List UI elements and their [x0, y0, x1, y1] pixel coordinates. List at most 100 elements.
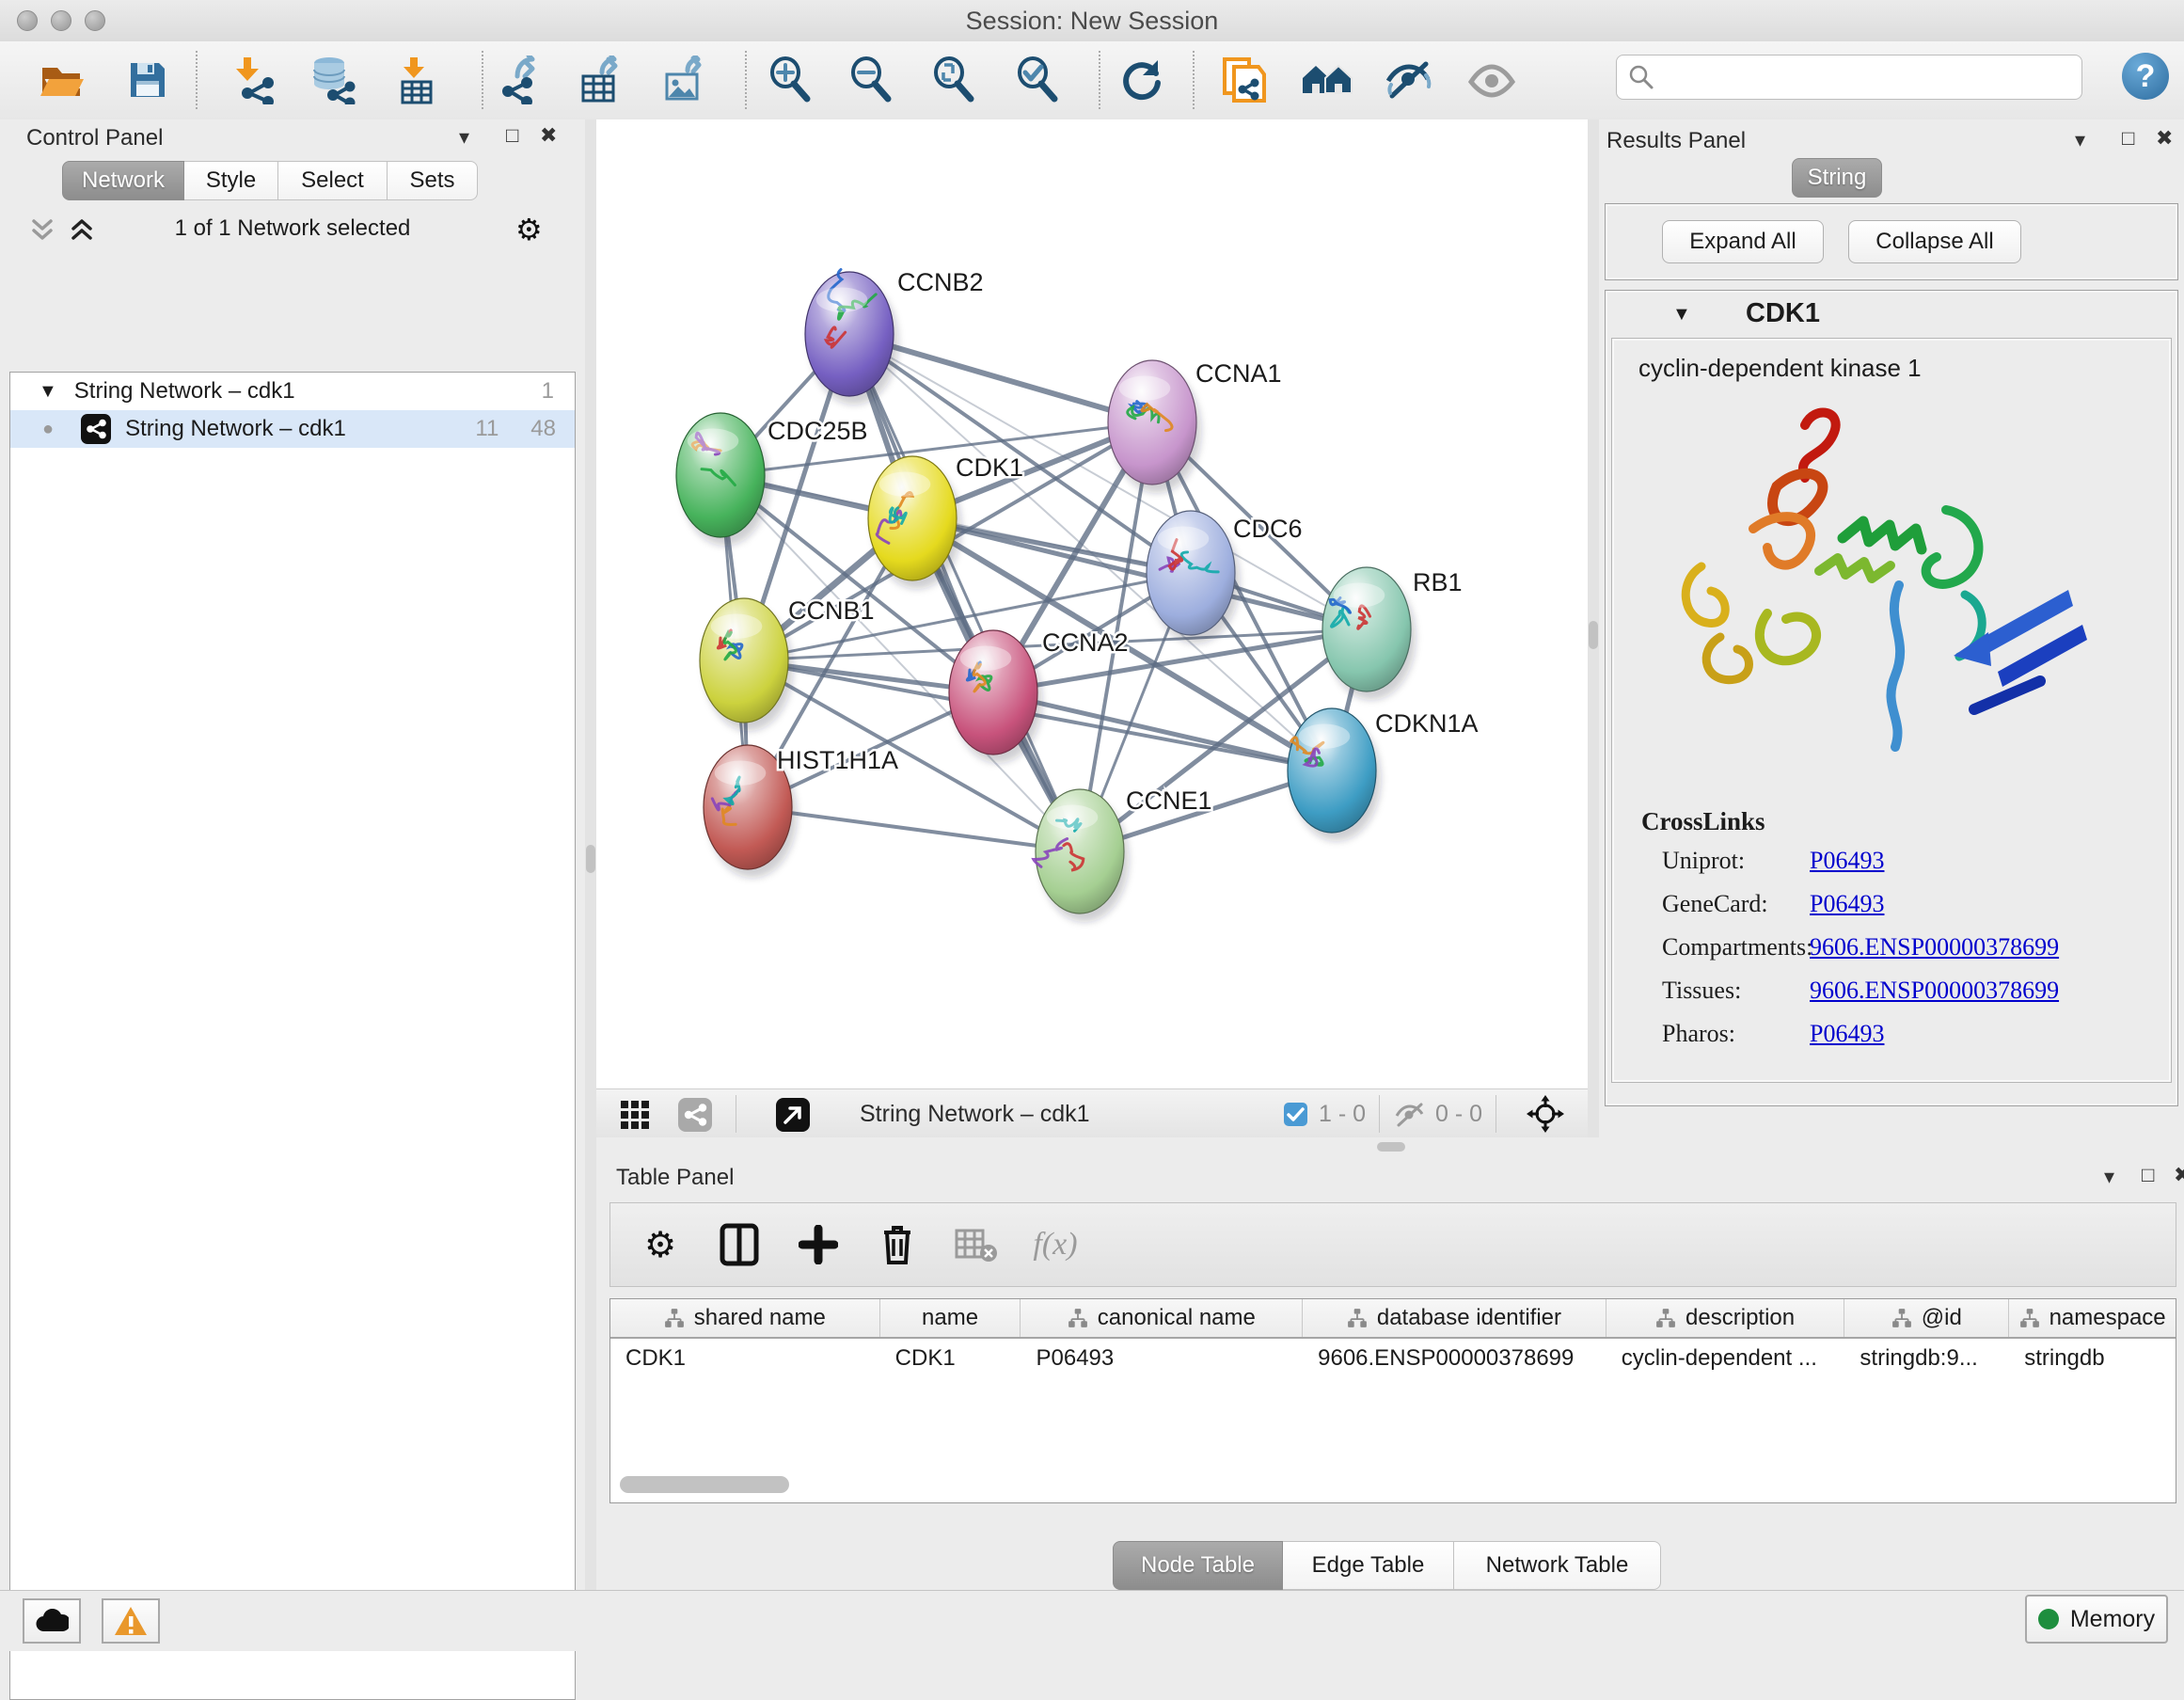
right-splitter-handle[interactable]: [1589, 621, 1598, 649]
cell-namespace[interactable]: stringdb: [2009, 1339, 2176, 1378]
network-node-RB1[interactable]: [1322, 567, 1416, 700]
network-canvas[interactable]: CCNB2CCNA1CDC25BCDK1CDC6RB1CCNB1CCNA2CDK…: [596, 119, 1588, 1088]
add-column-icon[interactable]: [797, 1223, 840, 1266]
crosslink-uniprot-link[interactable]: P06493: [1810, 847, 1884, 875]
table-panel-title: Table Panel: [616, 1165, 734, 1191]
protein-collapse-caret-icon[interactable]: ▼: [1672, 304, 1691, 326]
tab-network[interactable]: Network: [62, 161, 184, 200]
network-row[interactable]: ● String Network – cdk1 11 48: [10, 410, 575, 448]
cloud-button[interactable]: [23, 1598, 81, 1644]
network-node-CCNB1[interactable]: [700, 598, 793, 731]
network-label: String Network – cdk1: [125, 416, 346, 442]
table-horizontal-scrollbar[interactable]: [620, 1476, 789, 1493]
delete-table-icon[interactable]: [955, 1223, 998, 1266]
table-panel-menu-caret-icon[interactable]: ▾: [2104, 1167, 2114, 1187]
cell-description[interactable]: cyclin-dependent ...: [1606, 1339, 1845, 1378]
network-collection-row[interactable]: ▼ String Network – cdk1 1: [10, 373, 575, 410]
expand-all-button[interactable]: Expand All: [1662, 220, 1824, 263]
tab-string[interactable]: String: [1792, 158, 1882, 198]
selected-nodes-checkbox[interactable]: [1283, 1102, 1308, 1127]
zoom-fit-icon[interactable]: [927, 54, 980, 106]
search-input[interactable]: [1654, 63, 2053, 91]
network-edge[interactable]: [993, 692, 1332, 771]
hide-panels-eye-slash-icon[interactable]: [1384, 54, 1436, 106]
network-node-CCNE1[interactable]: [1034, 789, 1129, 922]
network-node-CDC6[interactable]: [1147, 511, 1240, 643]
memory-button[interactable]: Memory: [2025, 1595, 2168, 1644]
import-network-file-icon[interactable]: [229, 54, 281, 106]
right-splitter[interactable]: [1588, 119, 1599, 1137]
show-columns-icon[interactable]: [718, 1223, 761, 1266]
left-splitter-handle[interactable]: [586, 845, 595, 873]
column-header-database-identifier[interactable]: database identifier: [1303, 1299, 1606, 1337]
column-header-canonical-name[interactable]: canonical name: [1021, 1299, 1303, 1337]
zoom-in-icon[interactable]: [764, 54, 816, 106]
function-builder-icon[interactable]: f(x): [1034, 1223, 1077, 1266]
zoom-out-icon[interactable]: [845, 54, 897, 106]
open-in-window-icon[interactable]: [775, 1097, 811, 1133]
warnings-button[interactable]: [102, 1598, 160, 1644]
network-node-CCNB2[interactable]: [805, 269, 898, 405]
control-panel-close-icon[interactable]: ✖: [540, 125, 557, 146]
show-panels-eye-icon[interactable]: [1465, 54, 1518, 106]
results-panel-close-icon[interactable]: ✖: [2156, 128, 2173, 149]
import-table-icon[interactable]: [391, 54, 444, 106]
session-home-icon[interactable]: [1301, 54, 1353, 106]
collapse-all-button[interactable]: Collapse All: [1848, 220, 2021, 263]
tab-network-table[interactable]: Network Table: [1454, 1541, 1661, 1590]
export-image-icon[interactable]: [657, 54, 710, 106]
network-graph[interactable]: CCNB2CCNA1CDC25BCDK1CDC6RB1CCNB1CCNA2CDK…: [596, 119, 1588, 1088]
pan-crosshair-icon[interactable]: [1526, 1094, 1565, 1134]
cell-canonical-name[interactable]: P06493: [1021, 1339, 1303, 1378]
network-node-CDC25B[interactable]: [676, 413, 769, 546]
cell-name[interactable]: CDK1: [880, 1339, 1021, 1378]
save-session-icon[interactable]: [121, 54, 174, 106]
results-panel-title: Results Panel: [1606, 128, 1746, 154]
results-panel-menu-caret-icon[interactable]: ▾: [2075, 130, 2085, 151]
results-panel-float-icon[interactable]: □: [2122, 128, 2134, 149]
crosslink-compartments-link[interactable]: 9606.ENSP00000378699: [1810, 933, 2059, 961]
collection-expand-caret-icon[interactable]: ▼: [39, 381, 57, 403]
control-panel-float-icon[interactable]: □: [506, 125, 518, 146]
tab-node-table[interactable]: Node Table: [1113, 1541, 1283, 1590]
crosslink-pharos-link[interactable]: P06493: [1810, 1020, 1884, 1048]
duplicate-network-icon[interactable]: [1217, 54, 1270, 106]
network-node-CDKN1A[interactable]: [1288, 708, 1381, 841]
column-header-description[interactable]: description: [1606, 1299, 1845, 1337]
birds-eye-view-icon[interactable]: [619, 1099, 651, 1131]
tab-sets[interactable]: Sets: [388, 161, 478, 200]
cell-shared-name[interactable]: CDK1: [610, 1339, 880, 1378]
string-view-icon[interactable]: [677, 1097, 713, 1133]
crosslink-tissues-link[interactable]: 9606.ENSP00000378699: [1810, 977, 2059, 1005]
network-options-gear-icon[interactable]: ⚙: [515, 212, 543, 247]
toolbar-separator: [1193, 51, 1195, 109]
open-session-icon[interactable]: [35, 54, 87, 106]
refresh-icon[interactable]: [1116, 54, 1168, 106]
collection-count: 1: [542, 378, 554, 405]
horizontal-splitter-handle[interactable]: [1377, 1142, 1405, 1152]
column-header-namespace[interactable]: namespace: [2009, 1299, 2176, 1337]
cell-database-identifier[interactable]: 9606.ENSP00000378699: [1303, 1339, 1606, 1378]
delete-column-icon[interactable]: [876, 1223, 919, 1266]
export-table-icon[interactable]: [574, 54, 626, 106]
column-header-shared-name[interactable]: shared name: [610, 1299, 880, 1337]
table-options-gear-icon[interactable]: ⚙: [639, 1223, 682, 1266]
zoom-selected-icon[interactable]: [1011, 54, 1064, 106]
import-network-database-icon[interactable]: [307, 54, 359, 106]
cell-id[interactable]: stringdb:9...: [1844, 1339, 2009, 1378]
table-panel-float-icon[interactable]: □: [2142, 1165, 2154, 1185]
export-network-icon[interactable]: [493, 54, 546, 106]
column-header-id[interactable]: @id: [1844, 1299, 2009, 1337]
column-header-name[interactable]: name: [880, 1299, 1021, 1337]
left-splitter[interactable]: [585, 119, 596, 1590]
tab-style[interactable]: Style: [184, 161, 278, 200]
help-icon[interactable]: ?: [2122, 53, 2169, 100]
network-node-CCNA2[interactable]: [949, 630, 1042, 763]
network-edge[interactable]: [748, 807, 1080, 851]
table-panel-close-icon[interactable]: ✖: [2174, 1165, 2184, 1185]
crosslink-genecard-link[interactable]: P06493: [1810, 890, 1884, 918]
tab-select[interactable]: Select: [278, 161, 388, 200]
control-panel-menu-caret-icon[interactable]: ▾: [459, 127, 469, 148]
tab-edge-table[interactable]: Edge Table: [1283, 1541, 1454, 1590]
horizontal-splitter[interactable]: [596, 1137, 2184, 1156]
